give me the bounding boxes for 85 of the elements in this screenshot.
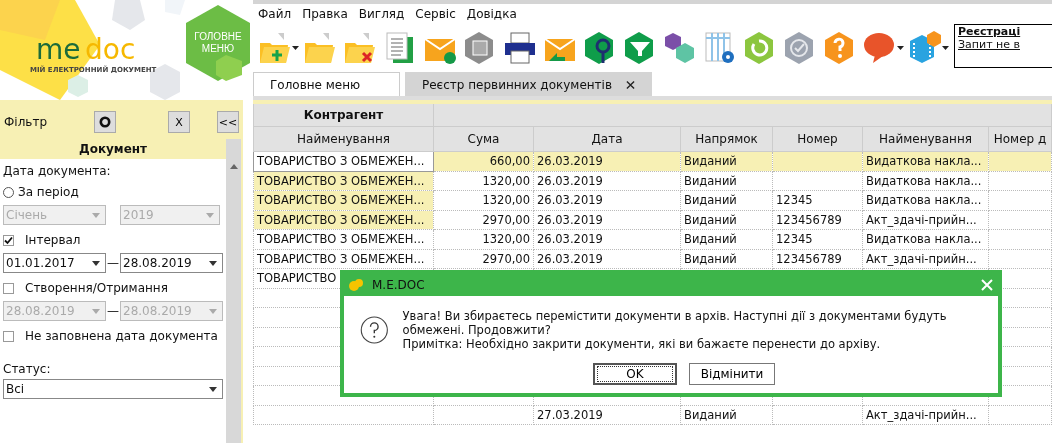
period-radio[interactable]: За період [3, 181, 223, 203]
menu-item[interactable]: Вигляд [358, 7, 405, 27]
logo-text: me [36, 36, 81, 64]
menu-item[interactable]: Довідка [466, 7, 517, 27]
column-header[interactable]: Напрямок [680, 126, 773, 152]
table-cell: ТОВАРИСТВО З ОБМЕЖЕН... [253, 210, 434, 230]
status-dropdown[interactable]: Всі [3, 379, 223, 399]
caret-icon[interactable] [897, 45, 904, 50]
settings-button[interactable] [94, 111, 116, 133]
created-checkbox[interactable]: Створення/Отримання [3, 277, 223, 299]
speech-bubble-icon[interactable] [863, 30, 897, 65]
table-cell: ТОВАРИСТВО З ОБМЕЖЕН... [253, 171, 434, 191]
table-settings-icon[interactable] [703, 30, 737, 65]
table-cell: 2970,00 [433, 249, 534, 269]
interval-checkbox[interactable]: Інтервал [3, 229, 223, 251]
filter-title: Фільтр [4, 115, 48, 129]
table-cell: 2970,00 [433, 210, 534, 230]
dialog-note: Примітка: Необхідно закрити документи, які ви бажаєте перенести до архіву. [402, 337, 882, 351]
menu-item[interactable]: Правка [302, 7, 348, 27]
tab[interactable]: Реєстр первинних документів [405, 72, 652, 96]
table-cell: 26.03.2019 [533, 190, 681, 210]
table-cell: 12345 [772, 229, 863, 249]
scrollbar[interactable] [226, 139, 241, 443]
table-cell: Видаткова накла... [862, 229, 989, 249]
range-separator: — [106, 304, 120, 318]
check-icon [4, 235, 13, 245]
table-cell: Акт_здачі-прийн... [862, 210, 989, 230]
section-header: Документ [77, 141, 149, 158]
table-cell: 123456789 [772, 249, 863, 269]
table-cell: 123456789 [772, 210, 863, 230]
table-cell: ТОВАРИСТВО З ОБМЕЖЕН... [253, 229, 434, 249]
menu-item[interactable]: Файл [258, 7, 292, 27]
column-header[interactable]: Номер [772, 126, 863, 152]
registration-title: Реєстраці [958, 25, 1022, 39]
date-to-field[interactable]: 28.08.2019 [120, 253, 223, 273]
table-cell: Виданий [680, 171, 773, 191]
request-link[interactable]: Запит не в [958, 38, 1052, 52]
caret-icon[interactable] [942, 45, 949, 50]
field-label: Дата документа: [3, 163, 112, 180]
printer-icon[interactable] [503, 30, 537, 65]
column-group-header: Контрагент [253, 102, 434, 127]
table-cell: Видаткова накла... [862, 171, 989, 191]
table-cell: Виданий [680, 190, 773, 210]
date-from-field[interactable]: 01.01.2017 [3, 253, 106, 273]
table-cell: 12345 [772, 190, 863, 210]
table-cell: Акт_здачі-прийн... [862, 249, 989, 269]
column-header[interactable]: Сума [433, 126, 534, 152]
caret-icon[interactable] [292, 45, 299, 50]
column-header[interactable]: Дата [533, 126, 681, 152]
table-cell: Видаткова накла... [862, 190, 989, 210]
table-cell: 1320,00 [433, 229, 534, 249]
table-cell: ТОВАРИСТВО З ОБМЕЖЕН... [253, 249, 434, 269]
delete-folder-icon[interactable] [343, 30, 377, 65]
cancel-button[interactable]: Відмінити [689, 363, 775, 385]
arrow-up-icon[interactable] [229, 164, 238, 169]
no-date-checkbox[interactable]: Не заповнена дата документа [3, 325, 223, 347]
table-cell: ТОВАРИСТВО З ОБМЕЖЕН... [253, 151, 434, 171]
table-cell: 1320,00 [433, 190, 534, 210]
table-cell: 27.03.2019 [533, 405, 681, 425]
table-cell: Виданий [680, 405, 773, 425]
question-icon [360, 313, 389, 347]
table-cell: Виданий [680, 229, 773, 249]
table-cell: 26.03.2019 [533, 171, 681, 191]
table-cell: Акт_здачі-прийн... [862, 405, 989, 425]
app-icon [348, 278, 364, 292]
column-header[interactable]: Найменування [862, 126, 989, 152]
menu-item[interactable]: Сервіс [415, 7, 456, 27]
hexagons-icon[interactable] [663, 30, 697, 65]
table-cell: Виданий [680, 210, 773, 230]
table-cell: 26.03.2019 [533, 229, 681, 249]
dialog-message: Увага! Ви збираєтесь перемістити документи в архів. Наступні дії з документами будуть обмежені. Продовжити? [402, 309, 948, 337]
collapse-button[interactable]: << [217, 111, 239, 133]
clear-button[interactable]: X [168, 111, 190, 133]
table-cell: Виданий [680, 249, 773, 269]
field-label: Статус: [3, 361, 52, 378]
column-header[interactable]: Найменування [253, 126, 434, 152]
ok-button[interactable]: OK [593, 363, 677, 385]
table-cell: 1320,00 [433, 171, 534, 191]
table-cell: ТОВАРИСТВО З ОБМЕЖЕН... [253, 190, 434, 210]
close-icon[interactable] [626, 79, 635, 90]
tab[interactable]: Головне меню [253, 72, 400, 96]
ring-icon [99, 116, 111, 128]
table-cell: 26.03.2019 [533, 249, 681, 269]
table-cell: 26.03.2019 [533, 210, 681, 230]
range-separator: — [106, 256, 120, 270]
